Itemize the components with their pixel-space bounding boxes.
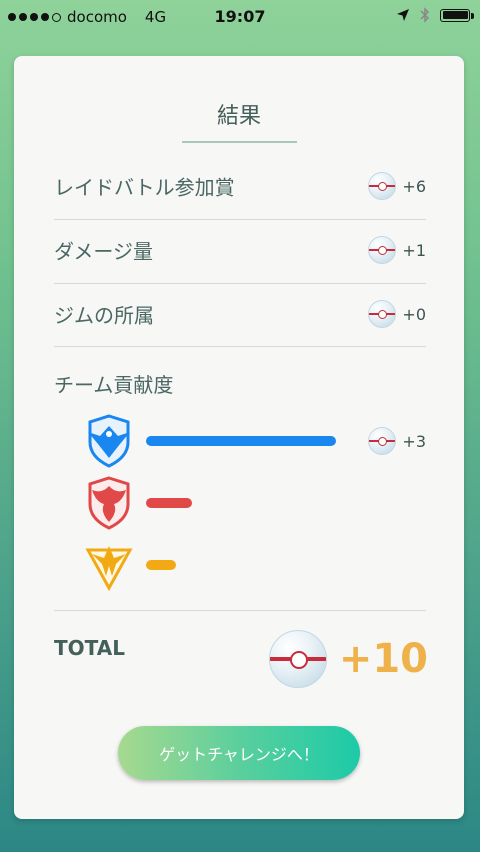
reward-value: +6	[402, 176, 426, 196]
team-row-mystic: +3	[80, 412, 426, 470]
reward-value: +0	[402, 304, 426, 324]
bluetooth-icon	[420, 7, 430, 23]
team-valor-icon	[88, 476, 130, 530]
total-value-group: +10	[268, 630, 428, 688]
title-underline	[182, 141, 297, 143]
team-bar-instinct	[146, 560, 177, 570]
reward-row-gym-affiliation: ジムの所属 +0	[54, 283, 426, 345]
premier-ball-icon	[268, 630, 327, 688]
premier-ball-icon	[368, 427, 397, 455]
team-bar-mystic	[146, 436, 336, 446]
reward-label: レイドバトル参加賞	[54, 175, 235, 200]
result-card: 結果 レイドバトル参加賞 +6 ダメージ量 +1 ジムの所属 +0 チーム貢献度	[14, 56, 464, 819]
reward-row-raid-participation: レイドバトル参加賞 +6	[54, 155, 426, 217]
status-bar: docomo 4G 19:07	[0, 0, 480, 34]
premier-ball-icon	[368, 172, 397, 200]
reward-value: +1	[402, 240, 426, 260]
team-bar-valor	[146, 498, 192, 508]
battery-icon	[440, 8, 474, 22]
total-value: +10	[338, 636, 428, 682]
team-row-valor	[80, 474, 426, 532]
divider	[54, 610, 426, 611]
premier-ball-icon	[368, 236, 397, 264]
reward-label: ジムの所属	[54, 303, 154, 328]
team-contribution-label: チーム貢献度	[54, 373, 174, 397]
team-mystic-icon	[88, 414, 130, 468]
divider	[54, 346, 426, 347]
team-row-instinct	[80, 536, 426, 594]
team-instinct-icon	[85, 546, 133, 592]
location-arrow-icon	[397, 9, 409, 21]
total-label: TOTAL	[54, 636, 125, 660]
reward-row-damage: ダメージ量 +1	[54, 219, 426, 281]
reward-label: ダメージ量	[54, 239, 153, 264]
get-challenge-button[interactable]: ゲットチャレンジへ！	[118, 726, 360, 780]
premier-ball-icon	[368, 300, 397, 328]
result-title: 結果	[216, 104, 261, 129]
team-value: +3	[402, 431, 426, 451]
